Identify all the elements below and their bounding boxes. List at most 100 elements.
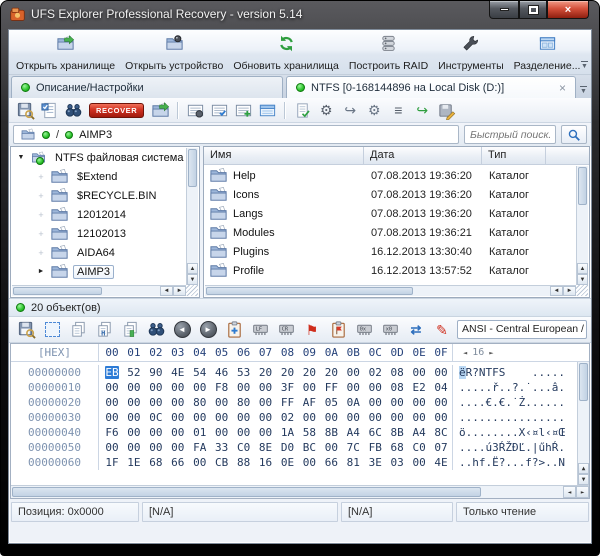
hex-byte[interactable]: 8B <box>320 425 342 440</box>
hex-byte[interactable]: 68 <box>145 455 167 470</box>
hex-byte[interactable]: 20 <box>277 365 299 380</box>
hex-byte[interactable]: D0 <box>277 440 299 455</box>
toolbar-button-arrow-turn2[interactable]: ↪ <box>410 100 434 121</box>
tab-description-settings[interactable]: Описание/Настройки <box>11 76 283 98</box>
hex-byte[interactable]: 02 <box>364 365 386 380</box>
toolbar-button-floppy-mag[interactable] <box>13 100 37 121</box>
toolbar-button-raid[interactable]: Построить RAID <box>344 32 433 73</box>
file-row-langs[interactable]: Langs07.08.2013 19:36:20Каталог <box>205 204 576 223</box>
hex-byte[interactable]: 00 <box>298 455 320 470</box>
file-row-plugins[interactable]: Plugins16.12.2013 13:30:40Каталог <box>205 242 576 261</box>
hex-byte[interactable]: 00 <box>167 395 189 410</box>
hex-byte[interactable]: 00 <box>167 380 189 395</box>
scrollbar-thumb[interactable] <box>206 287 413 295</box>
column-header-date[interactable]: Дата <box>364 147 482 164</box>
expand-icon[interactable]: + <box>36 172 46 182</box>
hex-byte[interactable]: 00 <box>101 380 123 395</box>
hex-vertical-scrollbar[interactable]: ▲ ▼ <box>577 362 589 485</box>
hex-byte[interactable]: C0 <box>233 440 255 455</box>
toolbar-button-view-check[interactable] <box>207 100 231 121</box>
toolbar-button-checklist[interactable] <box>37 100 61 121</box>
hex-byte[interactable]: 00 <box>364 380 386 395</box>
toolbar-button-folder-arrow[interactable] <box>148 100 172 121</box>
tree-item-12102013[interactable]: +12102013 <box>12 224 186 243</box>
hex-byte[interactable]: E2 <box>408 380 430 395</box>
hex-ansi-text[interactable]: ëR?NTFS ..... <box>453 365 589 380</box>
hex-byte[interactable]: 07 <box>430 440 452 455</box>
breadcrumb-current-folder[interactable]: AIMP3 <box>79 129 112 141</box>
toolbar-button-text-lines[interactable]: ≡ <box>386 100 410 121</box>
hex-byte[interactable]: 81 <box>342 455 364 470</box>
hex-toolbar-button-clipboard-add[interactable] <box>221 319 247 340</box>
hex-byte[interactable]: 66 <box>320 455 342 470</box>
resize-grip[interactable] <box>576 285 588 296</box>
hex-byte[interactable]: 00 <box>167 440 189 455</box>
toolbar-button-view-plus[interactable] <box>231 100 255 121</box>
hex-byte[interactable]: 00 <box>233 425 255 440</box>
hex-byte[interactable]: AF <box>298 395 320 410</box>
hex-toolbar-button-chip-lf[interactable] <box>247 319 273 340</box>
hex-byte[interactable]: 6C <box>364 425 386 440</box>
hex-byte[interactable]: 66 <box>167 455 189 470</box>
hex-byte[interactable]: 00 <box>101 395 123 410</box>
hex-byte[interactable]: 00 <box>408 395 430 410</box>
hex-byte[interactable]: 00 <box>123 440 145 455</box>
hex-byte[interactable]: 04 <box>430 380 452 395</box>
list-horizontal-scrollbar[interactable]: ◄ ► <box>205 285 576 296</box>
hex-byte[interactable]: 08 <box>386 380 408 395</box>
hex-byte[interactable]: 00 <box>123 395 145 410</box>
hex-byte[interactable]: 00 <box>145 395 167 410</box>
hex-byte[interactable]: 1E <box>123 455 145 470</box>
hex-toolbar-button-chip-0x[interactable] <box>351 319 377 340</box>
hex-toolbar-button-nav-forward[interactable]: ► <box>195 319 221 340</box>
hex-byte[interactable]: 33 <box>211 440 233 455</box>
hex-byte[interactable]: 8B <box>386 425 408 440</box>
hex-byte[interactable]: 00 <box>298 410 320 425</box>
hex-byte[interactable]: 3E <box>364 455 386 470</box>
hex-byte[interactable]: 00 <box>298 380 320 395</box>
hex-byte[interactable]: 00 <box>386 395 408 410</box>
tree-vertical-scrollbar[interactable]: ▲ ▼ <box>186 148 198 285</box>
tree-horizontal-scrollbar[interactable]: ◄ ► <box>12 285 186 296</box>
hex-byte[interactable]: 00 <box>211 410 233 425</box>
hex-ansi-text[interactable]: ö........X‹¤l‹¤Œ <box>453 425 589 440</box>
hex-byte[interactable]: 7C <box>342 440 364 455</box>
hex-toolbar-button-selection[interactable] <box>39 319 65 340</box>
hex-byte[interactable]: 4E <box>167 365 189 380</box>
root-status-dot[interactable] <box>42 131 50 139</box>
hex-byte[interactable]: 00 <box>189 455 211 470</box>
hex-byte[interactable]: 00 <box>233 380 255 395</box>
hex-byte[interactable]: 00 <box>189 410 211 425</box>
hex-byte[interactable]: 00 <box>364 395 386 410</box>
breadcrumb[interactable]: / AIMP3 <box>13 125 459 144</box>
hex-byte[interactable]: FF <box>320 380 342 395</box>
decrease-width-icon[interactable]: ◄ <box>463 344 467 361</box>
hex-byte[interactable]: F8 <box>211 380 233 395</box>
scrollbar-thumb[interactable] <box>578 167 587 205</box>
scroll-right-icon[interactable]: ► <box>563 286 576 296</box>
hex-horizontal-scrollbar[interactable]: ◄ ► <box>11 485 589 498</box>
hex-byte[interactable]: 08 <box>386 365 408 380</box>
search-button[interactable] <box>561 125 587 144</box>
file-row-modules[interactable]: Modules07.08.2013 19:36:21Каталог <box>205 223 576 242</box>
quick-search-input[interactable] <box>464 125 556 144</box>
tab-ntfs-partition[interactable]: NTFS [0-168144896 на Local Disk (D:)] × <box>286 76 576 98</box>
tab-close-icon[interactable]: × <box>559 82 566 94</box>
hex-byte[interactable]: 00 <box>255 410 277 425</box>
hex-byte[interactable]: 80 <box>189 395 211 410</box>
hex-byte[interactable]: CB <box>211 455 233 470</box>
hex-byte[interactable]: 88 <box>233 455 255 470</box>
maximize-button[interactable] <box>519 1 547 19</box>
tree-item-$extend[interactable]: +$Extend <box>12 167 186 186</box>
scrollbar-thumb[interactable] <box>13 287 102 295</box>
hex-byte[interactable]: 80 <box>233 395 255 410</box>
hex-byte[interactable]: FF <box>277 395 299 410</box>
tab-overflow-chevron[interactable]: ▼ <box>580 86 587 95</box>
hex-ansi-text[interactable]: ................ <box>453 410 589 425</box>
hex-toolbar-button-edit-red[interactable]: ✎ <box>429 319 455 340</box>
hex-toolbar-button-floppy-mag[interactable] <box>13 319 39 340</box>
hex-body[interactable]: 00000000EB52904E544653202020200002080000… <box>11 362 589 485</box>
column-header-name[interactable]: Имя <box>204 147 364 164</box>
hex-byte[interactable]: 00 <box>408 455 430 470</box>
resize-grip[interactable] <box>186 285 198 296</box>
